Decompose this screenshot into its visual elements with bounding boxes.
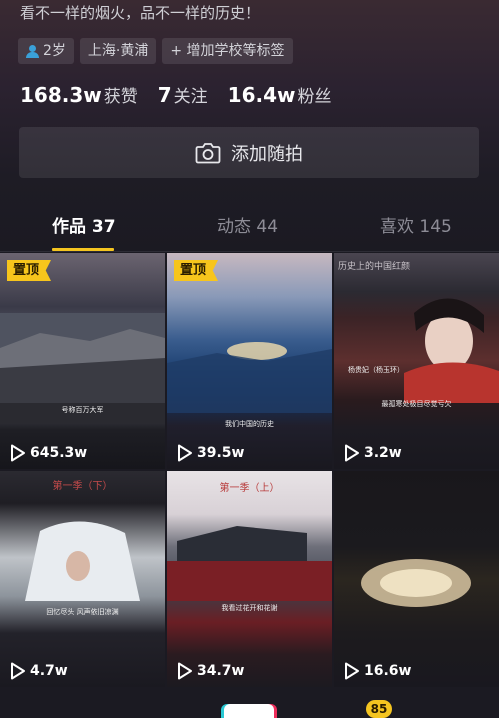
profile-tabs: 作品 37 动态 44 喜欢 145: [0, 212, 499, 252]
video-thumbnail: [167, 526, 332, 601]
play-count-value: 39.5w: [197, 445, 245, 461]
stat-following-label: 关注: [173, 87, 208, 107]
profile-stats: 168.3w 获赞 7 关注 16.4w 粉丝: [20, 82, 332, 107]
play-count: 3.2w: [344, 444, 402, 462]
play-count: 645.3w: [10, 444, 87, 462]
video-tile[interactable]: 第一季（下） 回忆尽头 风声依旧凉渊 4.7w: [0, 471, 165, 687]
video-tile[interactable]: 置顶 我们中国的历史 39.5w: [167, 253, 332, 469]
pinned-badge: 置顶: [174, 260, 219, 281]
video-subtitle: 我们中国的历史: [225, 420, 274, 428]
video-subtitle: 我看过花开和花谢: [221, 604, 278, 612]
stat-likes-label: 获赞: [103, 87, 138, 107]
stat-likes[interactable]: 168.3w 获赞: [20, 82, 138, 107]
video-subtitle: 最孤寒处极目尽觉亏欠: [381, 400, 452, 408]
stat-followers[interactable]: 16.4w 粉丝: [228, 82, 332, 107]
add-school-tag-label: + 增加学校等标签: [170, 43, 285, 59]
video-grid: 置顶 号称百万大军 645.3w 置顶 我们中国的历史 39.5w 历史上的中国…: [0, 253, 499, 712]
play-count-value: 34.7w: [197, 663, 245, 679]
play-icon: [178, 444, 192, 462]
video-top-text: 历史上的中国红颜: [338, 262, 411, 272]
video-top-text: 第一季（上）: [219, 483, 280, 494]
stat-following-value: 7: [157, 83, 172, 107]
age-tag-label: 2岁: [43, 43, 66, 59]
play-count: 4.7w: [10, 662, 68, 680]
tab-works[interactable]: 作品 37: [52, 212, 116, 237]
add-school-tag-button[interactable]: + 增加学校等标签: [162, 38, 293, 64]
play-icon: [345, 662, 359, 680]
video-tile[interactable]: 置顶 号称百万大军 645.3w: [0, 253, 165, 469]
play-count-value: 4.7w: [30, 663, 68, 679]
video-tile[interactable]: 16.6w: [334, 471, 499, 687]
person-icon: [26, 44, 39, 58]
play-count: 34.7w: [177, 662, 244, 680]
tab-moments[interactable]: 动态 44: [217, 212, 278, 237]
play-count-value: 645.3w: [30, 445, 88, 461]
video-subtitle: 号称百万大军: [61, 406, 104, 414]
video-subtitle: 回忆尽头 风声依旧凉渊: [46, 608, 119, 616]
tabs-divider: [0, 251, 499, 252]
video-top-text: 第一季（下）: [52, 481, 113, 492]
video-tile[interactable]: 历史上的中国红颜 杨贵妃（杨玉环） 最孤寒处极目尽觉亏欠 3.2w: [334, 253, 499, 469]
play-icon: [345, 444, 359, 462]
video-thumbnail: [404, 298, 499, 403]
location-tag[interactable]: 上海·黄浦: [79, 38, 157, 64]
play-count-value: 16.6w: [364, 663, 412, 679]
stat-followers-value: 16.4w: [227, 83, 296, 107]
tab-likes[interactable]: 喜欢 145: [380, 212, 452, 237]
profile-tags: 2岁 上海·黄浦 + 增加学校等标签: [18, 38, 293, 64]
stat-followers-label: 粉丝: [297, 87, 332, 107]
play-icon: [11, 662, 25, 680]
camera-icon: [195, 142, 221, 163]
add-photo-label: 添加随拍: [231, 143, 303, 165]
video-caption: 杨贵妃（杨玉环）: [348, 366, 404, 374]
play-count-value: 3.2w: [364, 445, 402, 461]
video-tile[interactable]: 第一季（上） 我看过花开和花谢 34.7w: [167, 471, 332, 687]
add-photo-button[interactable]: 添加随拍: [19, 127, 479, 178]
stat-likes-value: 168.3w: [20, 83, 102, 107]
play-icon: [178, 662, 192, 680]
play-count: 16.6w: [344, 662, 411, 680]
create-video-button[interactable]: [224, 704, 274, 718]
notification-badge: 85: [366, 700, 392, 718]
play-icon: [11, 444, 25, 462]
pinned-badge: 置顶: [7, 260, 52, 281]
video-thumbnail: [25, 521, 140, 601]
location-tag-label: 上海·黄浦: [87, 43, 149, 59]
video-thumbnail: [167, 342, 332, 413]
profile-bio: 看不一样的烟火，品不一样的历史！: [20, 4, 261, 22]
play-count: 39.5w: [177, 444, 244, 462]
age-tag[interactable]: 2岁: [18, 38, 74, 64]
video-thumbnail: [361, 559, 471, 607]
video-thumbnail: [0, 313, 165, 423]
stat-following[interactable]: 7 关注: [158, 82, 208, 107]
